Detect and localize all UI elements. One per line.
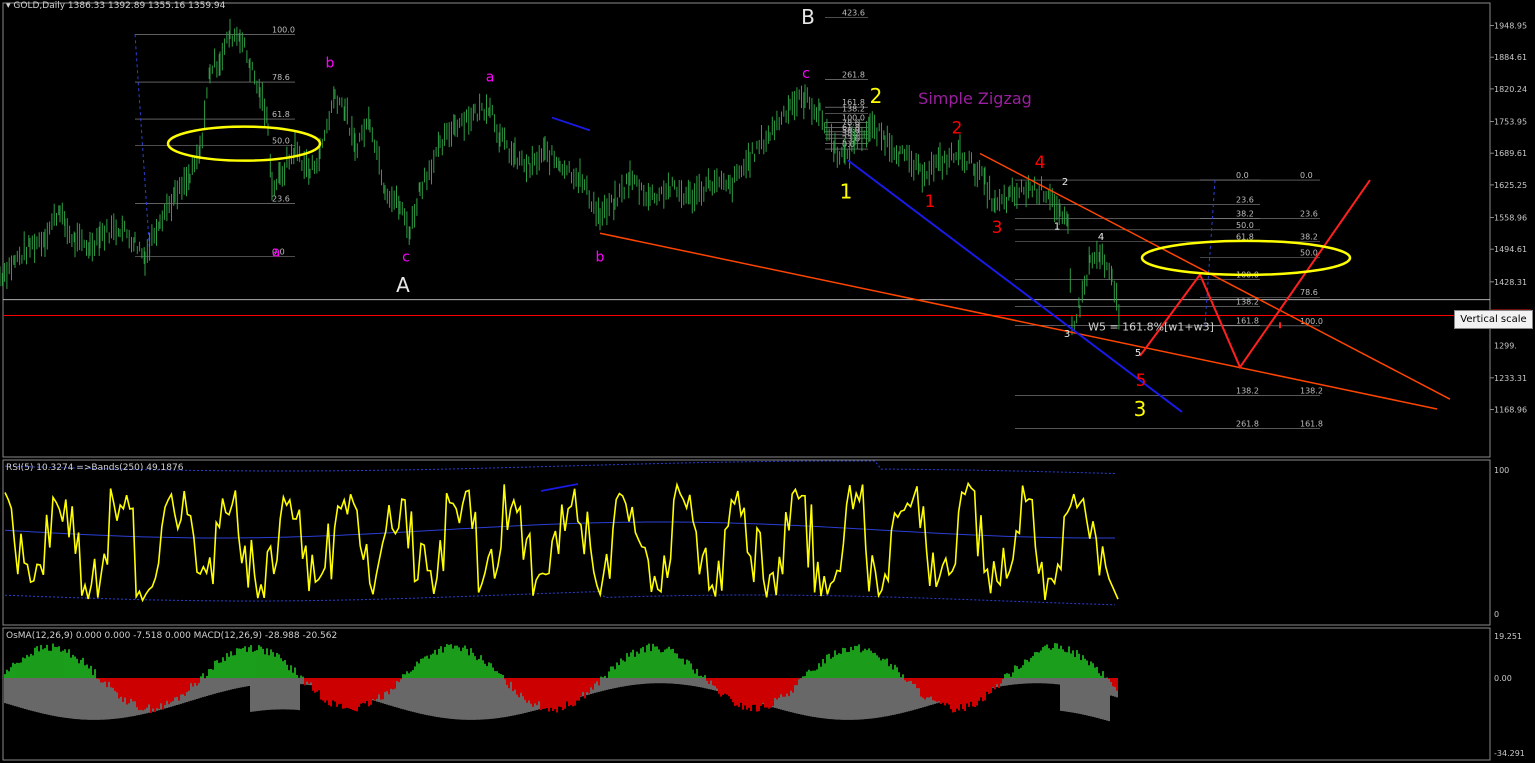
- price-header-text: GOLD,Daily 1386.33 1392.89 1355.16 1359.…: [13, 1, 226, 11]
- price-axis-label: 1689.61: [1494, 149, 1527, 158]
- fib-label: 0.0: [1300, 171, 1313, 180]
- price-axis-label: 1233.31: [1494, 374, 1527, 383]
- fib-label: 23.6: [272, 195, 290, 204]
- wave-label: 2: [952, 118, 963, 138]
- fib-label: 261.8: [1236, 420, 1259, 429]
- fib-label: 138.2: [1236, 387, 1259, 396]
- fib-label: 161.8: [1236, 316, 1259, 325]
- fib-label: 423.6: [842, 9, 865, 18]
- wave-label: c: [402, 249, 410, 265]
- wave-label: 3: [1134, 397, 1147, 421]
- fib-label: 38.2: [1300, 233, 1318, 242]
- price-axis-label: 1428.31: [1494, 278, 1527, 287]
- wave-label: 4: [1098, 232, 1104, 243]
- fib-label: 50.0: [1300, 248, 1318, 257]
- fib-label: 78.6: [1300, 288, 1318, 297]
- chart-window: 100.0 78.6 61.8 50.0 23.6 0.0 423.6 261.8 161.8 1…: [0, 0, 1535, 763]
- wave-label: B: [801, 5, 815, 29]
- dropdown-triangle-icon[interactable]: ▾: [6, 1, 11, 11]
- price-axis-label: 1948.95: [1494, 22, 1527, 31]
- price-axis-label: 1820.24: [1494, 85, 1527, 94]
- wave-label: 4: [1035, 153, 1046, 173]
- wave-label: 1: [925, 192, 936, 212]
- chart-header: ▾ GOLD,Daily 1386.33 1392.89 1355.16 135…: [6, 1, 225, 11]
- fib-label: 261.8: [842, 71, 865, 80]
- rsi-trendline: [540, 483, 579, 492]
- rsi-header-text: RSI(5) 10.3274 =>Bands(250) 49.1876: [6, 463, 184, 473]
- wave-label: 2: [1062, 177, 1068, 188]
- annotation-w5: W5 = 161.8%[w1+w3]: [1088, 321, 1214, 334]
- fib-label: 38.2: [1236, 209, 1254, 218]
- price-axis-label: 1299.: [1494, 341, 1517, 350]
- price-axis-label: 1884.61: [1494, 53, 1527, 62]
- wave-label: a: [272, 244, 281, 260]
- rsi-axis-label: 100: [1494, 466, 1509, 475]
- osma-axis-label: 19.251: [1494, 632, 1522, 641]
- price-axis-label: 1558.96: [1494, 214, 1527, 223]
- price-axis-label: 1625.25: [1494, 181, 1527, 190]
- fib-label: 50.0: [1236, 221, 1254, 230]
- wave-label: a: [486, 70, 495, 86]
- fib-label: 50.0: [272, 137, 290, 146]
- fib-label: 78.6: [272, 73, 290, 82]
- wave-label: 5: [1136, 371, 1147, 391]
- rsi-line: [4, 481, 1119, 603]
- price-axis-label: 1494.61: [1494, 245, 1527, 254]
- price-panel-frame: [2, 2, 1491, 458]
- wave-label: 2: [870, 84, 883, 108]
- wave-label: b: [596, 249, 605, 265]
- fib-label: 138.2: [842, 105, 865, 114]
- osma-axis-label: 0.00: [1494, 674, 1512, 683]
- wave-label: 1: [840, 179, 853, 203]
- price-axis-label: 1753.95: [1494, 118, 1527, 127]
- wave-label: b: [326, 55, 335, 71]
- fib-label: 138.2: [1236, 298, 1259, 307]
- wave-label: 3: [992, 218, 1003, 238]
- wave-label: c: [802, 66, 810, 82]
- fib-label: 23.6: [1236, 196, 1254, 205]
- trendline-blue-small: [551, 116, 591, 132]
- fib-label: 61.8: [272, 110, 290, 119]
- osma-axis-label: -34.291: [1494, 749, 1525, 758]
- rsi-axis-label: 0: [1494, 610, 1499, 619]
- chart-canvas: 100.078.661.850.023.60.0423.6261.8161.81…: [0, 2, 1531, 761]
- rsi-band-lower: [4, 591, 1116, 606]
- wave-label: 3: [1064, 329, 1070, 340]
- fib-label: 100.0: [1300, 317, 1323, 326]
- wave-label: 1: [1054, 221, 1060, 232]
- fib-label: 0.0: [1236, 171, 1249, 180]
- fib-label: 100.0: [272, 25, 295, 34]
- wave-label: 5: [1135, 348, 1141, 359]
- fib-label: 138.2: [1300, 387, 1323, 396]
- vertical-scale-tooltip: Vertical scale: [1454, 310, 1533, 329]
- osma-header-text: OsMA(12,26,9) 0.000 0.000 -7.518 0.000 M…: [6, 631, 338, 641]
- wave-label: A: [396, 273, 410, 297]
- fib-label: 161.8: [1300, 420, 1323, 429]
- fib-label: 23.6: [1300, 209, 1318, 218]
- price-axis-label: 1168.96: [1494, 406, 1527, 415]
- annotation-title: Simple Zigzag: [918, 89, 1032, 108]
